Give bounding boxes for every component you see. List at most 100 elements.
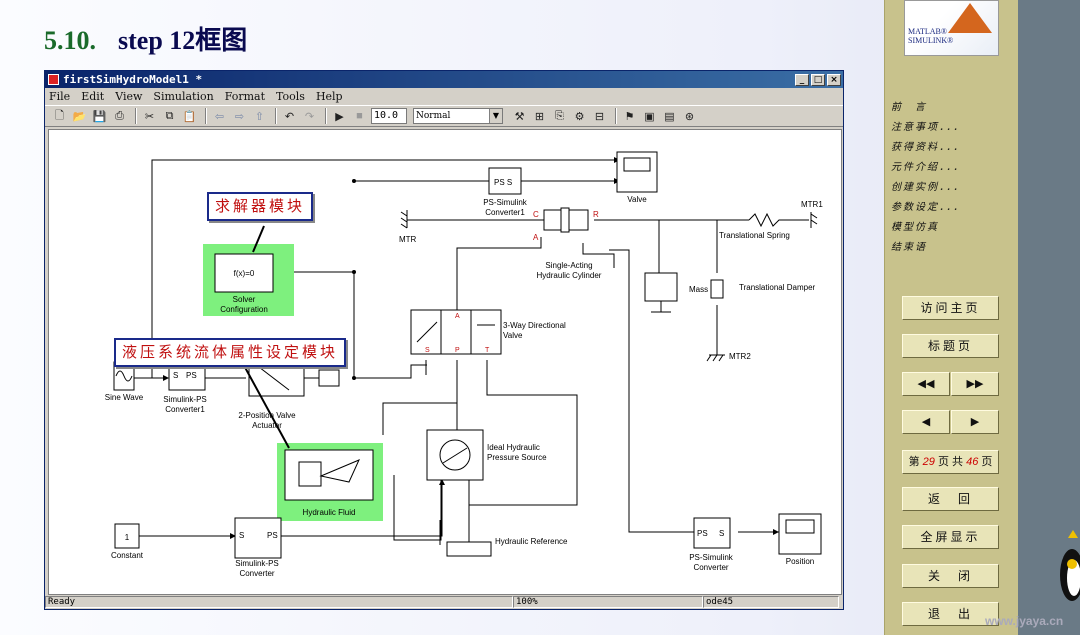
hydraulic-fluid-block[interactable] [284, 449, 374, 501]
title-page-button[interactable]: 标题页 [902, 334, 999, 358]
last-page-button[interactable]: ▶▶ [951, 372, 999, 396]
slide-heading: step 12框图 [118, 26, 248, 55]
site-watermark: www.jyaya.cn [985, 614, 1064, 628]
nav-params[interactable]: 参数设定．．． [891, 198, 965, 218]
nav-components[interactable]: 元件介绍．．． [891, 158, 965, 178]
cyl-port-r: R [593, 210, 599, 219]
toolbar: 🗋 📂 💾 ⎙ ✂ ⧉ 📋 ⇦ ⇨ ⇧ ↶ ↷ ▶ ■ 10.0 Normal ▼… [45, 105, 843, 127]
sps1-port-ps: PS [186, 371, 197, 380]
sim-target-icon[interactable]: ⊛ [681, 108, 698, 124]
nav-simulation[interactable]: 模型仿真 [891, 218, 965, 238]
close-button[interactable]: 关 闭 [902, 564, 999, 588]
ps2-port-s: S [719, 529, 724, 538]
spring-label: Translational Spring [719, 231, 790, 240]
undo-icon[interactable]: ↶ [281, 108, 298, 124]
hydraulic-cylinder-block[interactable] [531, 207, 589, 233]
close-button[interactable]: × [827, 73, 841, 86]
start-simulation-icon[interactable]: ▶ [331, 108, 348, 124]
back-button[interactable]: 返 回 [902, 487, 999, 511]
menu-file[interactable]: File [49, 90, 70, 103]
matlab-logo: MATLAB® SIMULINK® [904, 0, 999, 56]
menu-tools[interactable]: Tools [276, 90, 305, 103]
position-label: Position [786, 557, 814, 566]
visit-home-button[interactable]: 访问主页 [902, 296, 999, 320]
simulink-window: firstSimHydroModel1 * _ □ × File Edit Vi… [44, 70, 844, 610]
stop-time-field[interactable]: 10.0 [371, 108, 407, 124]
toolbar-separator [325, 108, 327, 124]
print-icon[interactable]: ⎙ [111, 108, 128, 124]
ps2-port-ps: PS [697, 529, 708, 538]
chevron-down-icon[interactable]: ▼ [489, 109, 502, 123]
fullscreen-button[interactable]: 全屏显示 [902, 525, 999, 549]
debug-icon[interactable]: ⚑ [621, 108, 638, 124]
menu-simulation[interactable]: Simulation [153, 90, 213, 103]
new-icon[interactable]: 🗋 [51, 108, 68, 124]
maximize-button[interactable]: □ [811, 73, 825, 86]
nav-materials[interactable]: 获得资料．．． [891, 138, 965, 158]
first-page-button[interactable]: ◀◀ [902, 372, 950, 396]
mass-block[interactable] [644, 272, 678, 302]
solver-callout: 求解器模块 [207, 192, 314, 221]
slide-title: 5.10. step 12框图 [44, 20, 247, 57]
cyl-port-c: C [533, 210, 539, 219]
simulation-mode-select[interactable]: Normal ▼ [413, 108, 503, 124]
section-nav: 前 言 注意事项．．． 获得资料．．． 元件介绍．．． 创建实例．．． 参数设定… [891, 98, 965, 258]
hide-browser-icon[interactable]: ▤ [661, 108, 678, 124]
pressure-label: Ideal Hydraulic Pressure Source [487, 443, 547, 462]
toolbar-separator [205, 108, 207, 124]
solver-block-text: f(x)=0 [234, 269, 255, 278]
back-icon[interactable]: ⇦ [211, 108, 228, 124]
explorer-icon[interactable]: ⊟ [591, 108, 608, 124]
window-title: firstSimHydroModel1 * [63, 73, 203, 86]
build-icon[interactable]: ⚒ [511, 108, 528, 124]
translational-damper-block[interactable] [710, 279, 724, 299]
constant-value: 1 [125, 533, 130, 542]
save-icon[interactable]: 💾 [91, 108, 108, 124]
next-page-button[interactable]: ▶ [951, 410, 999, 434]
cut-icon[interactable]: ✂ [141, 108, 158, 124]
nav-preface[interactable]: 前 言 [891, 98, 965, 118]
forward-icon[interactable]: ⇨ [231, 108, 248, 124]
nav-example[interactable]: 创建实例．．． [891, 178, 965, 198]
update-diagram-icon[interactable]: ⊞ [531, 108, 548, 124]
toolbar-separator [275, 108, 277, 124]
sps1-port-s: S [173, 371, 178, 380]
menu-edit[interactable]: Edit [81, 90, 104, 103]
menu-help[interactable]: Help [316, 90, 343, 103]
page-total: 46 [966, 456, 979, 468]
prev-page-button[interactable]: ◀ [902, 410, 950, 434]
minimize-button[interactable]: _ [795, 73, 809, 86]
slide-number: 5.10. [44, 26, 96, 55]
open-icon[interactable]: 📂 [71, 108, 88, 124]
sps2-label: Simulink-PS Converter [235, 559, 279, 578]
page-pre: 第 [908, 456, 923, 468]
redo-icon[interactable]: ↷ [301, 108, 318, 124]
mtr1-reference [810, 212, 818, 228]
status-zoom: 100% [513, 596, 703, 608]
translational-spring-block[interactable] [748, 212, 809, 228]
copy-icon[interactable]: ⧉ [161, 108, 178, 124]
model-canvas[interactable]: MTR MTR1 MTR2 PS S PS-Simulink Converter1… [48, 129, 842, 595]
up-icon[interactable]: ⇧ [251, 108, 268, 124]
mtr-reference [400, 210, 408, 229]
simulink-app-icon [48, 74, 59, 85]
nav-notes[interactable]: 注意事项．．． [891, 118, 965, 138]
valve-port-p: P [455, 347, 460, 354]
sps2-port-ps: PS [267, 531, 278, 540]
stop-simulation-icon[interactable]: ■ [351, 108, 368, 124]
ref-label: Hydraulic Reference [495, 537, 568, 546]
valve-label: 3-Way Directional Valve [503, 321, 566, 340]
model-advisor-icon[interactable]: ⎘ [551, 108, 568, 124]
page-mid: 页 共 [934, 456, 967, 468]
library-browser-icon[interactable]: ⚙ [571, 108, 588, 124]
menu-view[interactable]: View [115, 90, 142, 103]
constant-label: Constant [111, 551, 144, 560]
paste-icon[interactable]: 📋 [181, 108, 198, 124]
mtr2-label: MTR2 [729, 352, 751, 361]
nav-conclusion[interactable]: 结束语 [891, 238, 965, 258]
cylinder-label: Single-Acting Hydraulic Cylinder [537, 261, 602, 280]
menu-format[interactable]: Format [225, 90, 265, 103]
profiler-icon[interactable]: ▣ [641, 108, 658, 124]
toolbar-separator [135, 108, 137, 124]
window-titlebar[interactable]: firstSimHydroModel1 * _ □ × [45, 71, 843, 88]
